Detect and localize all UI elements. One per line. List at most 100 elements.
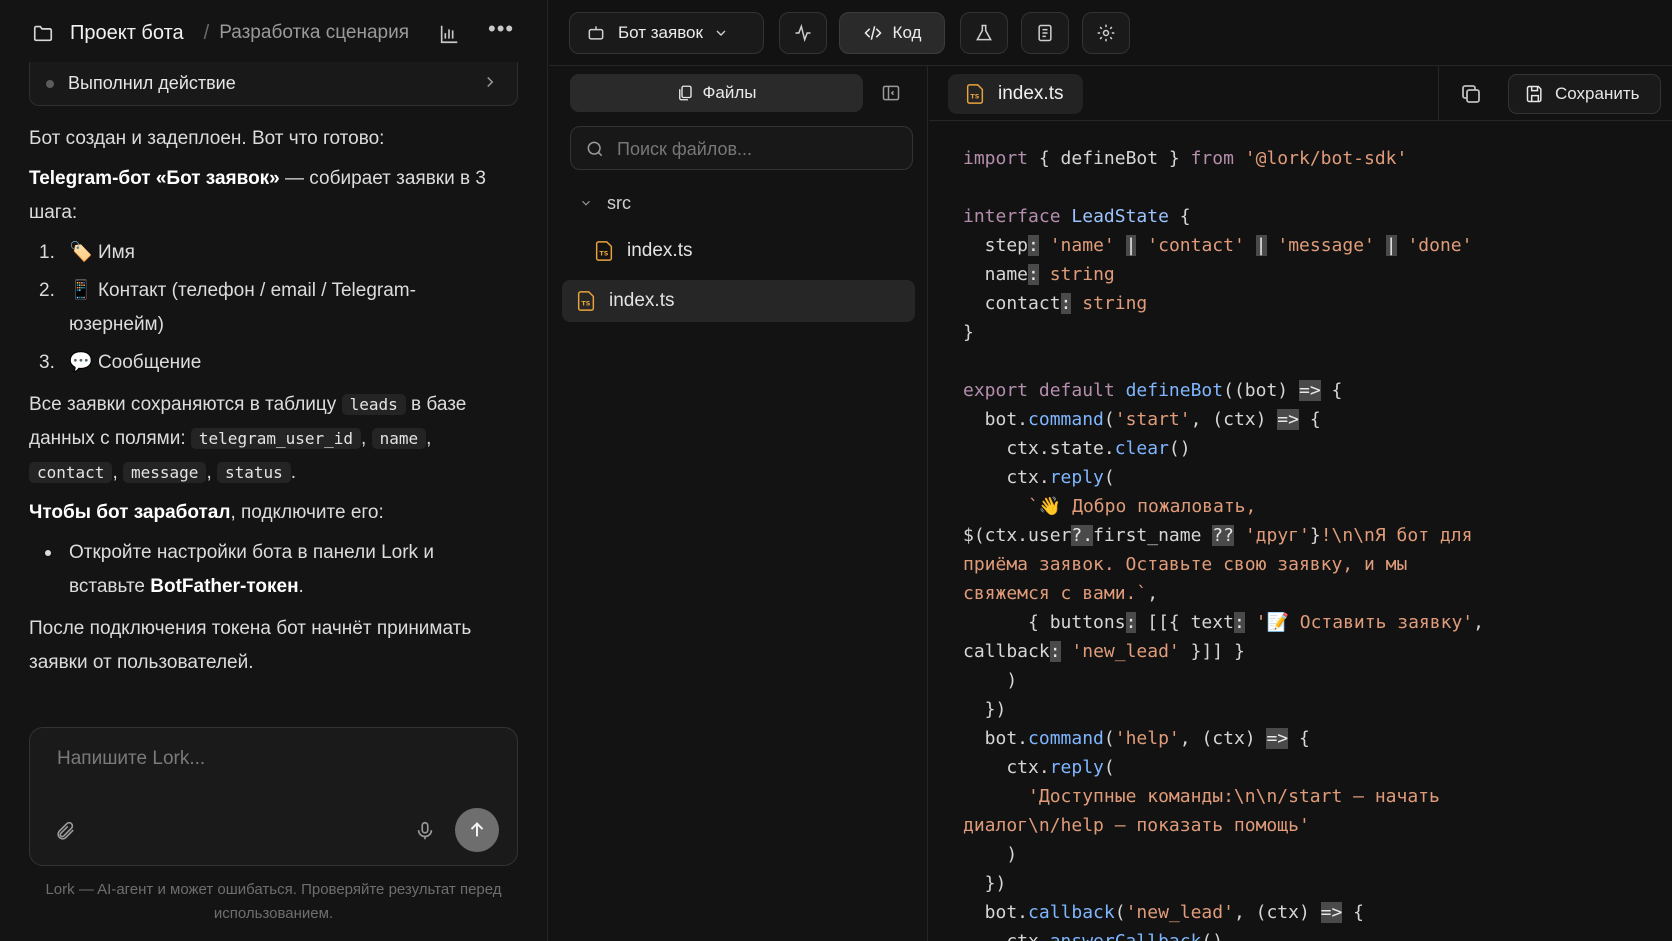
bot-title: Telegram-бот «Бот заявок» [29,168,280,189]
status-dot [46,79,54,88]
list-item: 1. 🏷️ Имя [39,236,509,270]
files-icon [679,85,693,101]
collapse-sidebar-icon[interactable] [881,83,901,103]
folder-label: src [607,192,631,213]
test-button[interactable] [960,12,1008,54]
step-text: Сообщение [97,352,202,373]
send-button[interactable] [455,808,499,852]
bar-chart-icon[interactable] [438,23,460,45]
code-editor: TS index.ts Сохранить import { defineBot… [929,66,1672,941]
step-text: Имя [97,242,135,263]
editor-tabs: TS index.ts Сохранить [929,66,1672,121]
file-item-index-selected[interactable]: TS index.ts [562,280,915,322]
paperclip-icon[interactable] [54,820,76,842]
inline-code: name [371,428,427,449]
outro-text: После подключения токена бот начнёт прин… [29,618,472,673]
files-tab[interactable]: Файлы [570,74,863,112]
chat-header: Проект бота / Разработка сценария ••• [0,0,548,66]
connect-text: Чтобы бот заработал, подключите его: [29,496,509,530]
breadcrumb-separator: / [203,21,210,44]
message-composer[interactable]: Напишите Lork... [29,727,518,866]
code-tab[interactable]: Код [839,12,945,54]
scroll-icon [1038,24,1052,42]
inline-code: leads [341,394,406,415]
bot-summary: Telegram-бот «Бот заявок» — собирает зая… [29,162,509,230]
logs-button[interactable] [1021,12,1069,54]
bullet-list: Откройте настройки бота в панели Lork и … [39,536,509,604]
bot-select[interactable]: Бот заявок [569,12,764,54]
folder-icon [33,25,53,42]
chevron-right-icon [487,76,494,88]
emoji: 🏷️ [69,242,93,263]
file-search[interactable]: Поиск файлов... [570,126,913,170]
breadcrumb[interactable]: Разработка сценария [219,22,409,44]
save-button[interactable]: Сохранить [1508,74,1661,114]
list-number: 1. [39,242,55,263]
copy-icon[interactable] [1459,82,1483,106]
arrow-up-icon [470,822,484,837]
file-name: index.ts [609,290,675,311]
list-item: Откройте настройки бота в панели Lork и … [39,536,509,604]
storage-text: Все заявки сохраняются в таблицу leads в… [29,394,467,483]
typescript-file-icon: TS [595,241,613,261]
list-item: 3. 💬 Сообщение [39,346,509,380]
list-number: 3. [39,352,55,373]
list-item: 2. 📱 Контакт (телефон / email / Telegram-… [39,274,509,342]
gear-icon [1097,24,1115,42]
chat-panel: Проект бота / Разработка сценария ••• Вы… [0,0,548,941]
text-span: . [290,462,297,483]
bot-select-label: Бот заявок [618,23,703,42]
save-icon [1526,85,1542,103]
file-name: index.ts [627,240,693,261]
microphone-icon[interactable] [414,820,436,842]
code-tab-label: Код [892,23,922,42]
text-span: , подключите его: [230,502,384,523]
action-card-label: Выполнил действие [68,73,236,93]
inline-code: contact [29,462,113,483]
project-name[interactable]: Проект бота [70,22,184,45]
inline-code: message [123,462,207,483]
activity-icon [795,23,811,43]
steps-list: 1. 🏷️ Имя 2. 📱 Контакт (телефон / email / … [39,236,509,380]
files-panel: Файлы Поиск файлов... src TS index.ts TS… [549,66,928,941]
activity-button[interactable] [779,12,827,54]
more-options-icon[interactable]: ••• [488,18,513,46]
intro-text: Бот создан и задеплоен. Вот что готово: [29,128,385,149]
chevron-down-icon [582,200,590,206]
typescript-file-icon: TS [966,84,984,104]
save-label: Сохранить [1555,84,1640,103]
settings-button[interactable] [1082,12,1130,54]
message-input[interactable]: Напишите Lork... [57,748,205,770]
typescript-file-icon: TS [577,291,595,311]
svg-text:TS: TS [970,93,979,101]
flask-icon [976,24,992,41]
editor-tab-label: index.ts [998,83,1064,104]
assistant-message: Бот создан и задеплоен. Вот что готово: … [29,122,509,686]
text-span: Все заявки сохраняются в таблицу [29,394,342,415]
code-icon [863,26,882,40]
divider [1438,66,1439,121]
step-text: Контакт (телефон / email / Telegram-юзер… [69,280,416,335]
bold-text: BotFather-токен [150,576,299,597]
inline-code: status [217,462,291,483]
emoji: 📱 [69,280,93,301]
file-search-input[interactable]: Поиск файлов... [617,139,752,160]
svg-text:TS: TS [599,250,608,258]
search-icon [587,141,603,157]
folder-src[interactable]: src [579,188,631,218]
svg-text:TS: TS [581,300,590,308]
files-tab-label: Файлы [702,83,757,102]
editor-tab-index[interactable]: TS index.ts [948,74,1083,114]
chevron-down-icon [716,30,726,36]
inline-code: telegram_user_id [190,428,362,449]
disclaimer: Lork — AI-агент и может ошибаться. Прове… [45,881,502,922]
action-card[interactable]: Выполнил действие [29,62,518,106]
file-item-src-index[interactable]: TS index.ts [593,230,913,272]
text-span: . [298,576,304,597]
code-content[interactable]: import { defineBot } from '@lork/bot-sdk… [963,144,1653,941]
bold-text: Чтобы бот заработал [29,502,231,523]
list-number: 2. [39,280,55,301]
toolbar: Бот заявок Код [549,0,1672,66]
bot-icon [588,26,604,40]
emoji: 💬 [69,352,93,373]
